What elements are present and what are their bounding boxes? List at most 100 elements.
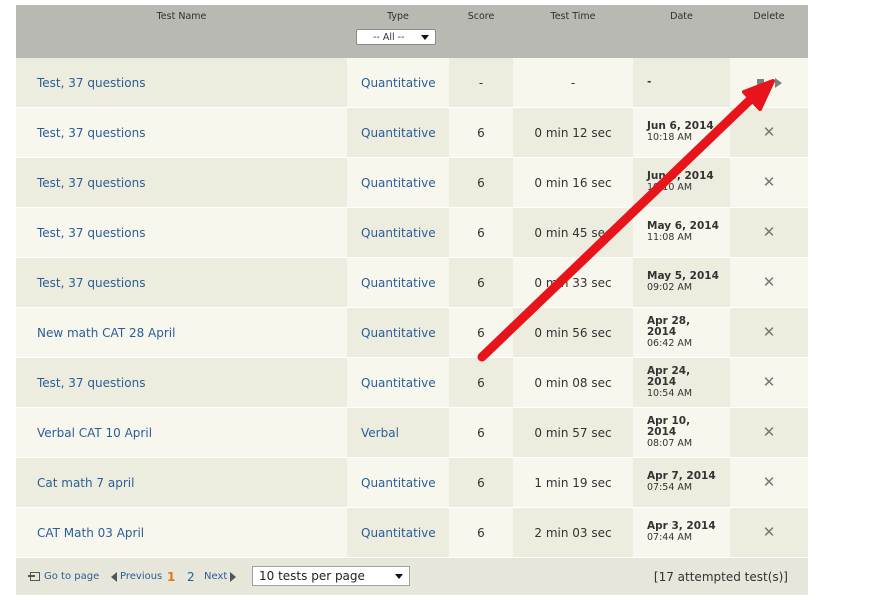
table-row: Test, 37 questions Quantitative 6 0 min 45 … (16, 208, 808, 258)
test-type-link[interactable]: Quantitative (347, 258, 449, 307)
test-name-label: Test, 37 questions (37, 75, 146, 90)
date-day: May 6, 2014 (647, 220, 719, 232)
go-to-page-link[interactable]: Go to page (28, 558, 99, 595)
test-time-cell: 1 min 19 sec (513, 458, 633, 507)
test-time-value: 0 min 57 sec (534, 425, 612, 440)
close-icon[interactable]: ✕ (763, 225, 776, 240)
test-time-value: 2 min 03 sec (534, 525, 612, 540)
col-test-name[interactable]: Test Name (16, 5, 347, 58)
date-cell: May 6, 2014 11:08 AM (633, 208, 730, 257)
test-type-link[interactable]: Quantitative (347, 358, 449, 407)
score-cell: 6 (449, 158, 513, 207)
test-name-link[interactable]: Cat math 7 april (16, 458, 347, 507)
col-score[interactable]: Score (449, 5, 513, 58)
score-cell: 6 (449, 508, 513, 557)
score-cell: 6 (449, 208, 513, 257)
date-cell: May 5, 2014 09:02 AM (633, 258, 730, 307)
test-name-link[interactable]: Test, 37 questions (16, 108, 347, 157)
test-time-cell: - (513, 58, 633, 107)
date-day: Apr 10, (647, 414, 691, 427)
test-time-value: 0 min 56 sec (534, 325, 612, 340)
close-icon[interactable]: ✕ (763, 375, 776, 390)
test-name-link[interactable]: Test, 37 questions (16, 208, 347, 257)
test-name-link[interactable]: New math CAT 28 April (16, 308, 347, 357)
score-value: 6 (477, 325, 485, 340)
score-value: 6 (477, 175, 485, 190)
test-type-link[interactable]: Quantitative (347, 508, 449, 557)
page-1[interactable]: 1 (167, 558, 175, 595)
score-value: - (478, 75, 484, 90)
per-page-select[interactable]: 10 tests per page (252, 566, 410, 586)
test-time-value: 0 min 16 sec (534, 175, 612, 190)
stop-icon[interactable] (756, 79, 764, 86)
test-type-label: Quantitative (361, 475, 436, 490)
test-type-link[interactable]: Verbal (347, 408, 449, 457)
test-time-value: 0 min 12 sec (534, 125, 612, 140)
col-date[interactable]: Date (633, 5, 730, 58)
close-icon[interactable]: ✕ (763, 475, 776, 490)
test-type-label: Quantitative (361, 125, 436, 140)
next-label: Next (204, 571, 228, 582)
test-time-value: 0 min 45 sec (534, 225, 612, 240)
page-1-label: 1 (167, 569, 176, 584)
date-day: Apr 28, (647, 314, 691, 327)
play-icon[interactable] (774, 77, 782, 88)
action-cell: ✕ (730, 458, 808, 507)
test-name-label: Test, 37 questions (37, 225, 146, 240)
date-time: 06:42 AM (647, 337, 693, 349)
test-time-cell: 0 min 08 sec (513, 358, 633, 407)
test-history-panel: Test Name Type -- All -- Score Test Time… (16, 5, 808, 595)
test-type-link[interactable]: Quantitative (347, 108, 449, 157)
table-row: Verbal CAT 10 April Verbal 6 0 min 57 sec Ap… (16, 408, 808, 458)
test-name-link[interactable]: Test, 37 questions (16, 58, 347, 107)
close-icon[interactable]: ✕ (763, 175, 776, 190)
test-type-link[interactable]: Quantitative (347, 58, 449, 107)
col-test-time[interactable]: Test Time (513, 5, 633, 58)
close-icon[interactable]: ✕ (763, 125, 776, 140)
test-time-cell: 0 min 56 sec (513, 308, 633, 357)
score-value: 6 (477, 225, 485, 240)
test-name-link[interactable]: Test, 37 questions (16, 358, 347, 407)
test-type-link[interactable]: Quantitative (347, 458, 449, 507)
score-cell: 6 (449, 458, 513, 507)
close-icon[interactable]: ✕ (763, 325, 776, 340)
test-name-link[interactable]: Test, 37 questions (16, 158, 347, 207)
test-name-label: Test, 37 questions (37, 175, 146, 190)
test-name-label: New math CAT 28 April (37, 325, 176, 340)
table-row: Cat math 7 april Quantitative 6 1 min 19 se… (16, 458, 808, 508)
close-icon[interactable]: ✕ (763, 275, 776, 290)
test-name-label: Test, 37 questions (37, 125, 146, 140)
table-row: Test, 37 questions Quantitative 6 0 min 16 … (16, 158, 808, 208)
type-filter-select[interactable]: -- All -- (356, 29, 436, 45)
date-time: 10:54 AM (647, 387, 693, 399)
per-page-value: 10 tests per page (259, 569, 365, 583)
test-name-link[interactable]: Verbal CAT 10 April (16, 408, 347, 457)
test-time-cell: 0 min 45 sec (513, 208, 633, 257)
next-link[interactable]: Next (204, 558, 237, 595)
test-name-link[interactable]: CAT Math 03 April (16, 508, 347, 557)
test-time-value: - (570, 75, 576, 90)
test-type-link[interactable]: Quantitative (347, 308, 449, 357)
close-icon[interactable]: ✕ (763, 525, 776, 540)
test-type-link[interactable]: Quantitative (347, 158, 449, 207)
test-type-label: Quantitative (361, 325, 436, 340)
table-row: Test, 37 questions Quantitative - - - (16, 58, 808, 108)
score-value: 6 (477, 275, 485, 290)
test-name-link[interactable]: Test, 37 questions (16, 258, 347, 307)
score-cell: 6 (449, 358, 513, 407)
test-name-label: Test, 37 questions (37, 275, 146, 290)
page-2-label: 2 (187, 569, 195, 584)
close-icon[interactable]: ✕ (763, 425, 776, 440)
date-cell: Apr 3, 2014 07:44 AM (633, 508, 730, 557)
previous-link[interactable]: Previous (111, 558, 162, 595)
score-cell: 6 (449, 258, 513, 307)
chevron-down-icon (421, 35, 429, 40)
score-cell: 6 (449, 308, 513, 357)
page-2[interactable]: 2 (187, 558, 195, 595)
table-header: Test Name Type -- All -- Score Test Time… (16, 5, 808, 58)
test-time-value: 1 min 19 sec (534, 475, 612, 490)
test-type-link[interactable]: Quantitative (347, 208, 449, 257)
date-time: 09:02 AM (647, 282, 693, 293)
table-row: Test, 37 questions Quantitative 6 0 min 12 … (16, 108, 808, 158)
test-time-cell: 0 min 57 sec (513, 408, 633, 457)
